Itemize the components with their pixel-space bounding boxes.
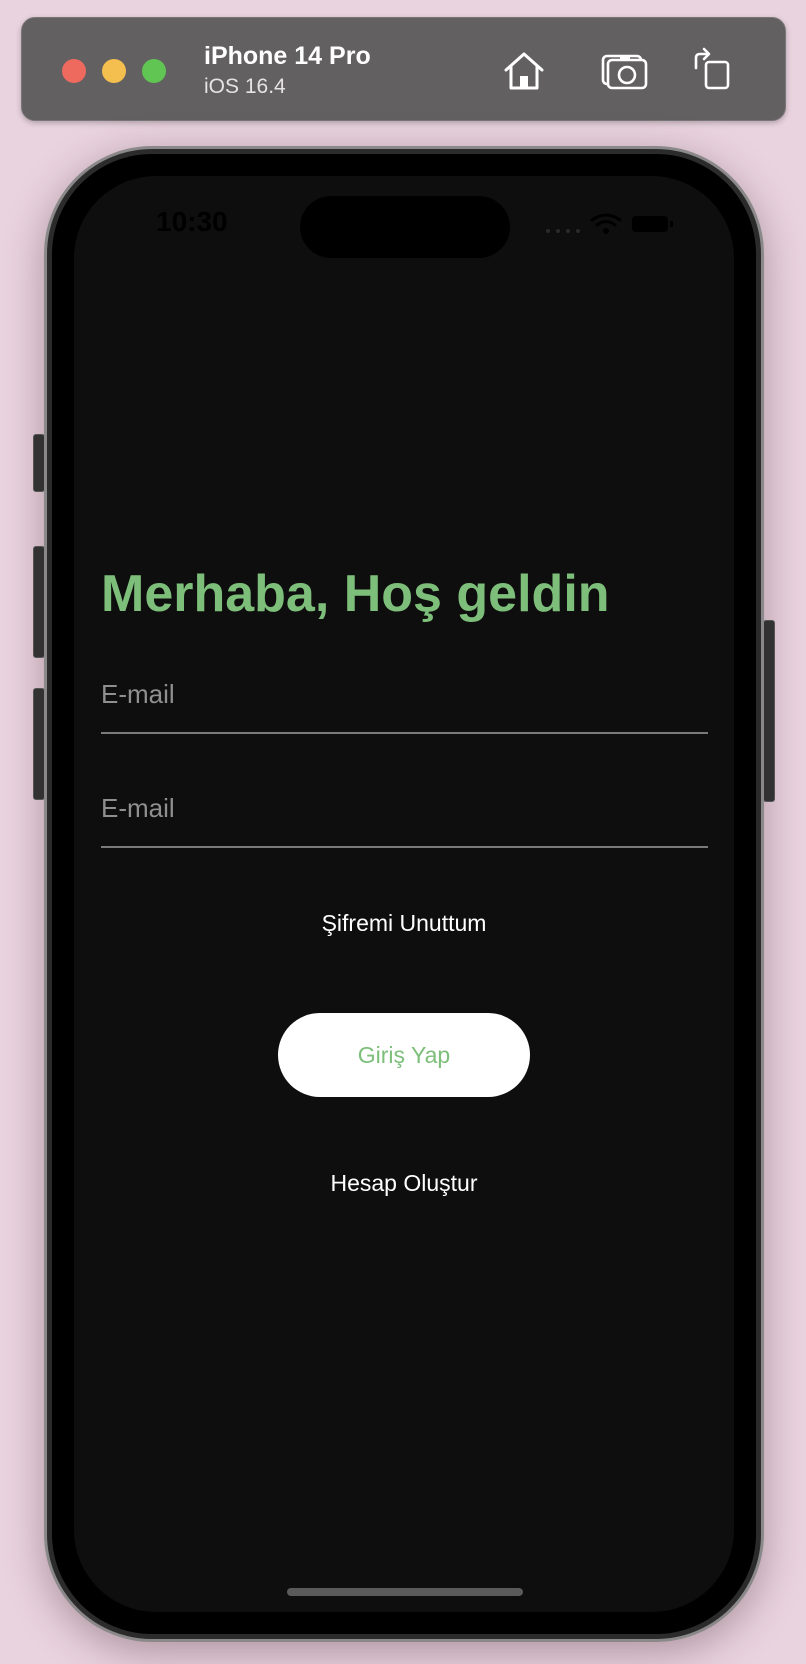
- wifi-icon: [590, 213, 622, 234]
- cellular-icon: [546, 229, 580, 233]
- minimize-window-button[interactable]: [102, 59, 126, 83]
- zoom-window-button[interactable]: [142, 59, 166, 83]
- screenshot-icon[interactable]: [600, 46, 648, 94]
- email-field: [101, 664, 708, 734]
- rotate-icon[interactable]: [690, 46, 738, 94]
- simulator-title-bar: iPhone 14 Pro iOS 16.4: [21, 17, 786, 121]
- create-account-link[interactable]: Hesap Oluştur: [74, 1170, 734, 1197]
- email-underline: [101, 732, 708, 734]
- status-icons: [544, 212, 684, 236]
- home-indicator[interactable]: [287, 1588, 523, 1596]
- device-name: iPhone 14 Pro: [204, 42, 371, 70]
- password-underline: [101, 846, 708, 848]
- password-input[interactable]: [101, 778, 708, 838]
- os-version: iOS 16.4: [204, 75, 286, 98]
- password-field: [101, 778, 708, 848]
- status-time: 10:30: [156, 206, 228, 237]
- email-input[interactable]: [101, 664, 708, 724]
- dynamic-island: [300, 196, 510, 258]
- close-window-button[interactable]: [62, 59, 86, 83]
- home-icon[interactable]: [500, 46, 548, 94]
- forgot-password-link[interactable]: Şifremi Unuttum: [74, 910, 734, 937]
- phone-screen: 10:30 Merhaba, Hoş geldin E-mail E-mail …: [74, 176, 734, 1612]
- welcome-title: Merhaba, Hoş geldin: [101, 565, 610, 623]
- battery-icon: [632, 216, 673, 232]
- login-button[interactable]: Giriş Yap: [278, 1013, 530, 1097]
- power-button[interactable]: [763, 620, 775, 802]
